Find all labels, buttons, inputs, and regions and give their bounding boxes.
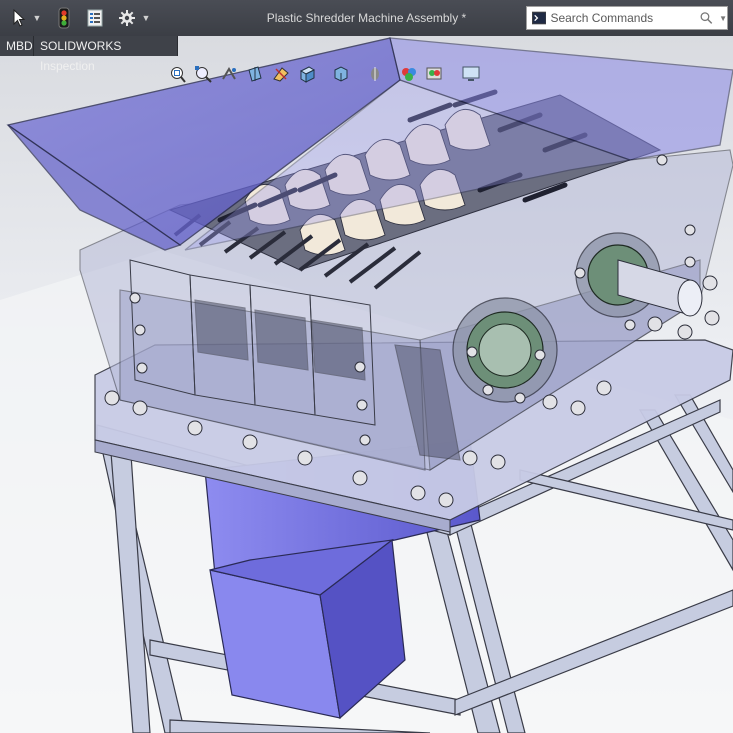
options-button[interactable]: ▼ [114, 4, 154, 32]
chevron-down-icon[interactable]: ▼ [719, 14, 727, 23]
gear-icon [118, 10, 135, 26]
view-orientation-icon[interactable] [296, 63, 318, 85]
chevron-down-icon[interactable]: ▼ [33, 13, 42, 23]
heads-up-view-toolbar [166, 63, 486, 85]
chevron-down-icon[interactable]: ▼ [142, 13, 151, 23]
zoom-to-area-icon[interactable] [192, 63, 214, 85]
view-settings-icon[interactable] [460, 63, 482, 85]
select-tool-button[interactable]: ▼ [4, 4, 48, 32]
zoom-to-fit-icon[interactable] [166, 63, 188, 85]
search-icon[interactable] [700, 11, 713, 25]
dynamic-annotation-icon[interactable] [270, 63, 292, 85]
file-properties-icon [87, 9, 103, 27]
section-view-icon[interactable] [244, 63, 266, 85]
search-commands-box[interactable]: ▼ [526, 6, 728, 30]
rebuild-status-icon [58, 7, 70, 29]
command-prompt-icon [532, 11, 547, 25]
file-properties-button[interactable] [84, 4, 106, 32]
hide-show-items-icon[interactable] [364, 63, 386, 85]
tab-solidworks-inspection[interactable]: SOLIDWORKS Inspection [34, 36, 178, 73]
display-style-icon[interactable] [330, 63, 352, 85]
rebuild-button[interactable] [53, 4, 75, 32]
previous-view-icon[interactable] [218, 63, 240, 85]
edit-appearance-icon[interactable] [398, 63, 420, 85]
shredder-model[interactable] [0, 36, 733, 733]
apply-scene-icon[interactable] [424, 63, 446, 85]
tab-mbd[interactable]: MBD [0, 36, 34, 56]
title-bar: ▼ ▼ Plastic Shredder Machine Assembly * … [0, 0, 733, 36]
command-manager-tabs: MBD SOLIDWORKS Inspection [0, 36, 180, 73]
graphics-area[interactable] [0, 36, 733, 733]
select-arrow-icon [13, 9, 25, 27]
search-input[interactable] [550, 11, 691, 25]
